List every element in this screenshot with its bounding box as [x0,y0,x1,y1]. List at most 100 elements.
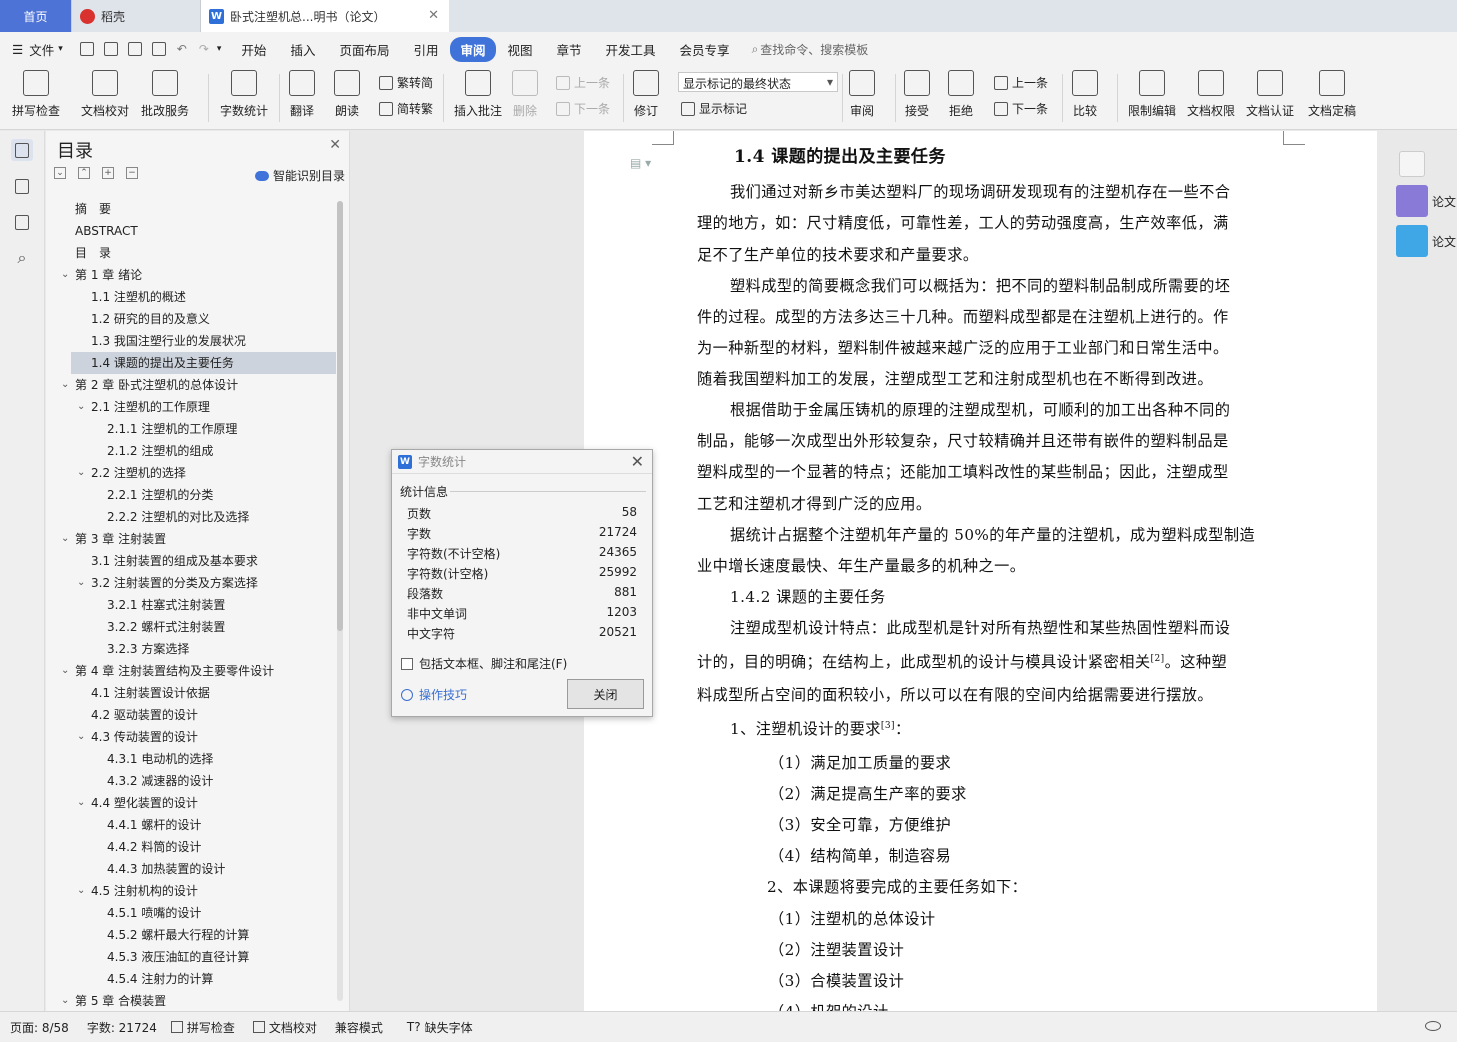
chevron-down-icon[interactable]: ⌄ [77,396,85,418]
close-button[interactable]: 关闭 [567,679,644,709]
next-comment-button[interactable]: 下一条 [556,100,610,117]
tab-1[interactable]: 稻壳 [72,0,201,32]
customize-icon[interactable]: ▾ [217,44,222,54]
tab-6[interactable]: W 卧式注塑机总...明书（论文） ✕ [201,0,449,32]
doc-finalize-button[interactable]: 文档定稿 [1308,70,1356,119]
checkbox-icon[interactable] [401,657,413,670]
toc-item[interactable]: 2.2.2 注塑机的对比及选择 [46,506,336,528]
save-icon[interactable] [79,42,94,56]
toc-item[interactable]: 1.3 我国注塑行业的发展状况 [46,330,336,352]
chevron-down-icon[interactable]: ⌄ [77,880,85,902]
track-changes-button[interactable]: 修订 [633,70,659,119]
proof-status[interactable]: 文档校对 [252,1019,317,1036]
accept-button[interactable]: 接受 [904,70,930,119]
menu-3[interactable]: 引用 [401,32,450,66]
command-search[interactable]: 查找命令、搜索模板 [760,41,868,58]
print-preview-icon[interactable] [151,42,166,56]
toc-item[interactable]: 3.2.1 柱塞式注射装置 [46,594,336,616]
toc-item[interactable]: 1.1 注塑机的概述 [46,286,336,308]
toc-item[interactable]: 4.5.1 喷嘴的设计 [46,902,336,924]
toc-item[interactable]: 2.2.1 注塑机的分类 [46,484,336,506]
doc-certify-button[interactable]: 文档认证 [1246,70,1294,119]
thesis-check-button[interactable] [1396,225,1428,257]
toc-item[interactable]: ⌄ 第 1 章 绪论 [46,264,336,286]
menu-0[interactable]: 开始 [229,32,278,66]
menu-6[interactable]: 章节 [545,32,594,66]
print-icon[interactable] [127,42,142,56]
tab-0[interactable]: 首页 [0,0,72,32]
toc-item[interactable]: 4.2 驱动装置的设计 [46,704,336,726]
toc-item[interactable]: ⌄ 第 3 章 注射装置 [46,528,336,550]
menu-7[interactable]: 开发工具 [594,32,668,66]
toc-item[interactable]: 4.4.2 料筒的设计 [46,836,336,858]
toc-item[interactable]: 4.4.3 加热装置的设计 [46,858,336,880]
toc-item[interactable]: 2.1.1 注塑机的工作原理 [46,418,336,440]
toc-item[interactable]: 4.5.4 注射力的计算 [46,968,336,990]
toc-item[interactable]: ⌄ 3.2 注射装置的分类及方案选择 [46,572,336,594]
bookmark-panel-button[interactable] [11,211,33,233]
collapse-all-icon[interactable]: ⌄ [54,167,66,179]
toc-item[interactable]: 4.1 注射装置设计依据 [46,682,336,704]
tips-link[interactable]: 操作技巧 [401,686,467,703]
menu-2[interactable]: 页面布局 [327,32,401,66]
nav-panel-button[interactable] [11,175,33,197]
toc-item[interactable]: 1.4 课题的提出及主要任务 [71,352,336,374]
toc-item[interactable]: ⌄ 4.5 注射机构的设计 [46,880,336,902]
undo-icon[interactable]: ↶ [177,42,187,56]
toc-item[interactable]: 4.5.3 液压油缸的直径计算 [46,946,336,968]
collapse-icon[interactable] [1399,151,1425,177]
prev-comment-button[interactable]: 上一条 [556,74,610,91]
menu-8[interactable]: 会员专享 [668,32,742,66]
translate-button[interactable]: 翻译 [289,70,315,119]
prev-change-button[interactable]: 上一条 [994,74,1048,91]
find-panel-button[interactable]: ⌕ [11,247,33,269]
toc-item[interactable]: ⌄ 2.1 注塑机的工作原理 [46,396,336,418]
read-aloud-button[interactable]: 朗读 [334,70,360,119]
chevron-down-icon[interactable]: ⌄ [77,462,85,484]
toc-item[interactable]: 摘 要 [46,198,336,220]
chevron-down-icon[interactable]: ⌄ [61,528,69,550]
toc-item[interactable]: 1.2 研究的目的及意义 [46,308,336,330]
toc-item[interactable]: 2.1.2 注塑机的组成 [46,440,336,462]
toc-panel-button[interactable] [11,139,33,161]
toc-item[interactable]: 3.2.3 方案选择 [46,638,336,660]
next-change-button[interactable]: 下一条 [994,100,1048,117]
word-count-button[interactable]: 字数统计 [220,70,268,119]
expand-all-icon[interactable]: ⌃ [78,167,90,179]
toc-item[interactable]: 4.5.2 螺杆最大行程的计算 [46,924,336,946]
show-markup-button[interactable]: 显示标记 [681,100,747,117]
reject-button[interactable]: 拒绝 [948,70,974,119]
menu-5[interactable]: 视图 [496,32,545,66]
batch-service-button[interactable]: 批改服务 [141,70,189,119]
file-menu[interactable]: ☰ 文件 ▾ [0,32,75,66]
compare-button[interactable]: 比较 [1072,70,1098,119]
toc-item[interactable]: 4.3.1 电动机的选择 [46,748,336,770]
chevron-down-icon[interactable]: ⌄ [77,792,85,814]
doc-proof-button[interactable]: 文档校对 [81,70,129,119]
toc-item[interactable]: ⌄ 第 2 章 卧式注塑机的总体设计 [46,374,336,396]
close-icon[interactable]: ✕ [631,452,644,471]
thesis-tool-button[interactable] [1396,185,1428,217]
toc-scrollbar[interactable] [337,201,343,1001]
chevron-down-icon[interactable]: ⌄ [77,726,85,748]
toc-item[interactable]: 4.4.1 螺杆的设计 [46,814,336,836]
toc-item[interactable]: 3.1 注射装置的组成及基本要求 [46,550,336,572]
toc-item[interactable]: ⌄ 第 4 章 注射装置结构及主要零件设计 [46,660,336,682]
toc-item[interactable]: ABSTRACT [46,220,336,242]
markup-state-select[interactable]: 显示标记的最终状态 [678,72,838,92]
spell-check-button[interactable]: 拼写检查 [12,70,60,119]
eye-icon[interactable] [1425,1021,1441,1031]
chevron-down-icon[interactable]: ⌄ [61,990,69,1012]
restrict-editing-button[interactable]: 限制编辑 [1128,70,1176,119]
review-pane-button[interactable]: 审阅 [849,70,875,119]
doc-permission-button[interactable]: 文档权限 [1187,70,1235,119]
insert-comment-button[interactable]: 插入批注 [454,70,502,119]
word-count-indicator[interactable]: 字数: 21724 [87,1019,157,1036]
paragraph-menu-icon[interactable]: ▤ ▾ [630,156,651,170]
smart-toc-button[interactable]: 智能识别目录 [254,167,345,184]
toc-item[interactable]: ⌄ 4.4 塑化装置的设计 [46,792,336,814]
add-icon[interactable]: + [102,167,114,179]
spell-check-status[interactable]: 拼写检查 [170,1019,235,1036]
citation[interactable]: [2] [1151,654,1165,664]
trad-to-simp-button[interactable]: 繁转简 [379,74,433,91]
